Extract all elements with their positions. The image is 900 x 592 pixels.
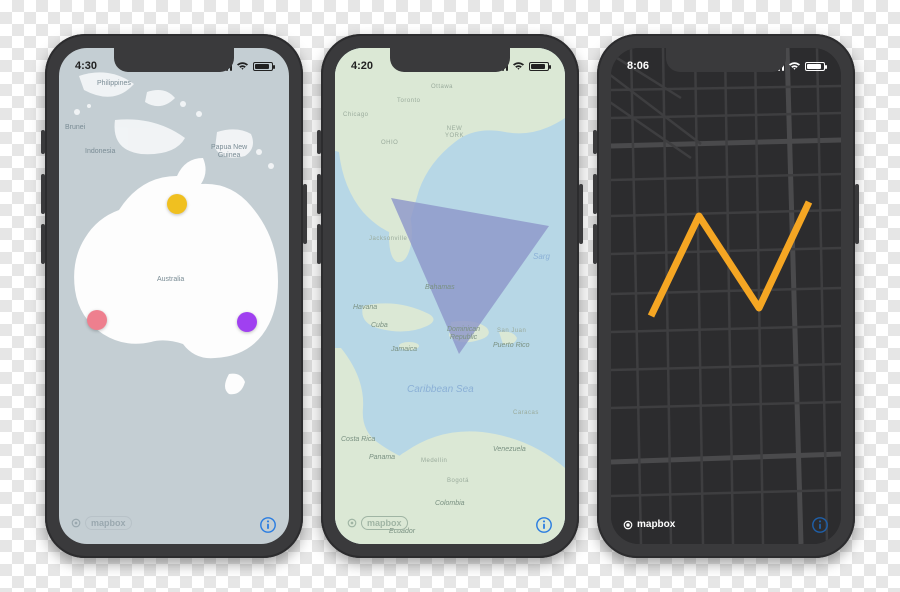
map-label-png: Papua New Guinea xyxy=(211,144,247,159)
map-label-havana: Havana xyxy=(353,304,377,312)
map-info-button[interactable] xyxy=(259,516,277,534)
map-attribution: mapbox xyxy=(623,519,675,530)
map-attribution-label: mapbox xyxy=(361,516,408,530)
map-marker-north[interactable] xyxy=(167,194,187,214)
phone-screen: 8:06 xyxy=(611,48,841,544)
map-label-jamaica: Jamaica xyxy=(391,346,417,354)
status-time: 4:30 xyxy=(75,60,97,72)
phone-screen: 4:20 xyxy=(335,48,565,544)
map-label-bahamas: Bahamas xyxy=(425,284,455,292)
notch xyxy=(666,48,786,72)
wifi-icon xyxy=(788,61,801,71)
phone-screen: 4:30 xyxy=(59,48,289,544)
map-label-colombia: Colombia xyxy=(435,500,465,508)
map-label-panama: Panama xyxy=(369,454,395,462)
map-view[interactable]: Philippines Brunei Indonesia Papua New G… xyxy=(59,48,289,544)
map-label-philippines: Philippines xyxy=(97,80,131,88)
map-label-sanjuan: San Juan xyxy=(497,328,526,335)
map-view[interactable]: mapbox xyxy=(611,48,841,544)
map-label-chicago: Chicago xyxy=(343,112,369,119)
map-label-venezuela: Venezuela xyxy=(493,446,526,454)
map-label-dr: Dominican Republic xyxy=(447,326,480,341)
map-label-caribbean: Caribbean Sea xyxy=(407,384,474,395)
map-label-sargasso: Sarg xyxy=(533,252,550,261)
map-label-newyork: NEW YORK xyxy=(445,126,464,139)
map-attribution: mapbox xyxy=(347,516,408,530)
map-attribution-label: mapbox xyxy=(85,516,132,530)
map-label-australia: Australia xyxy=(157,276,184,284)
status-time: 4:20 xyxy=(351,60,373,72)
map-view[interactable]: Ottawa Toronto Chicago OHIO NEW YORK Jac… xyxy=(335,48,565,544)
map-label-pr: Puerto Rico xyxy=(493,342,530,350)
map-marker-west[interactable] xyxy=(87,310,107,330)
phone-mockup-1: 4:30 xyxy=(45,34,303,558)
battery-icon xyxy=(805,62,825,71)
map-info-button[interactable] xyxy=(535,516,553,534)
map-label-cuba: Cuba xyxy=(371,322,388,330)
map-label-ottawa: Ottawa xyxy=(431,84,453,91)
map-label-indonesia: Indonesia xyxy=(85,148,115,156)
map-label-cr: Costa Rica xyxy=(341,436,375,444)
phone-mockup-3: 8:06 xyxy=(597,34,855,558)
map-info-button[interactable] xyxy=(811,516,829,534)
map-attribution: mapbox xyxy=(71,516,132,530)
map-label-brunei: Brunei xyxy=(65,124,85,132)
notch xyxy=(390,48,510,72)
map-label-caracas: Caracas xyxy=(513,410,539,417)
map-marker-east[interactable] xyxy=(237,312,257,332)
wifi-icon xyxy=(512,61,525,71)
map-label-medellin: Medellin xyxy=(421,458,447,465)
map-attribution-label: mapbox xyxy=(637,519,675,530)
map-label-ohio: OHIO xyxy=(381,140,398,147)
map-label-bogota: Bogotá xyxy=(447,478,469,485)
battery-icon xyxy=(253,62,273,71)
notch xyxy=(114,48,234,72)
phone-mockup-2: 4:20 xyxy=(321,34,579,558)
map-label-toronto: Toronto xyxy=(397,98,421,105)
battery-icon xyxy=(529,62,549,71)
status-time: 8:06 xyxy=(627,60,649,72)
wifi-icon xyxy=(236,61,249,71)
mapbox-logo-icon xyxy=(71,518,81,528)
map-label-jacksonville: Jacksonville xyxy=(369,236,407,243)
mapbox-logo-icon xyxy=(623,520,633,530)
mapbox-logo-icon xyxy=(347,518,357,528)
